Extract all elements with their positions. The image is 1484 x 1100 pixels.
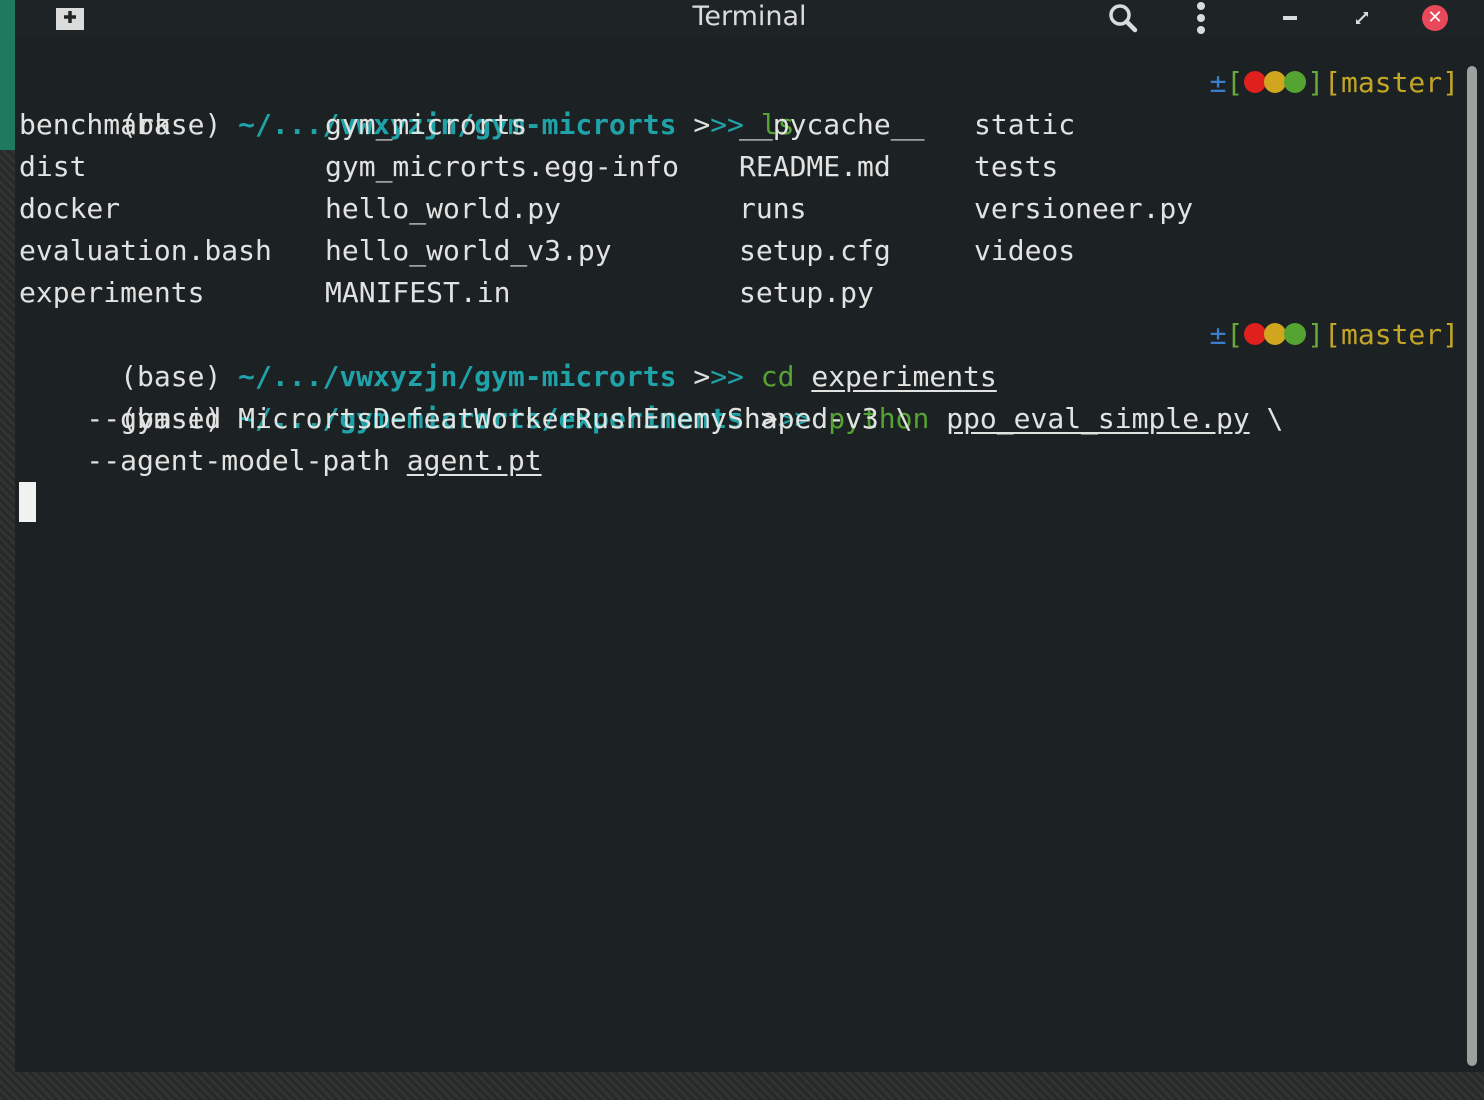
new-tab-button[interactable]	[51, 0, 89, 36]
ls-row: dist gym_microrts.egg-info README.md tes…	[19, 146, 1459, 188]
ls-entry: evaluation.bash	[19, 234, 272, 267]
ls-entry: gym_microrts.egg-info	[325, 150, 680, 183]
ls-row: experiments MANIFEST.in setup.py	[19, 272, 1459, 314]
menu-icon	[1197, 2, 1205, 34]
command-argument: agent.pt	[406, 444, 542, 477]
terminal-output[interactable]: (base) ~/.../vwxyzjn/gym-microrts >>> ls…	[19, 62, 1459, 1062]
command-option: --agent-model-path	[19, 444, 407, 477]
minimize-button[interactable]	[1273, 0, 1307, 36]
desktop-bottom-edge	[0, 1072, 1484, 1100]
status-dots-icon	[1244, 323, 1307, 345]
ls-entry: runs	[739, 192, 807, 225]
ls-entry: hello_world_v3.py	[325, 234, 612, 267]
git-status: ±[][master]	[1210, 62, 1459, 104]
ls-entry: hello_world.py	[325, 192, 562, 225]
git-bracket-close: ]	[1307, 318, 1325, 351]
ls-entry: static	[974, 108, 1076, 141]
terminal-window: Terminal ✕ (base) ~/.../vwxyzjn/gym-micr…	[15, 0, 1484, 1072]
ls-entry: benchmark	[19, 108, 171, 141]
git-bracket-open: [	[1226, 318, 1244, 351]
new-tab-icon	[56, 8, 84, 30]
git-dirty-symbol: ±	[1209, 66, 1227, 99]
search-icon	[1109, 4, 1138, 33]
prompt-line: (base) ~/.../vwxyzjn/gym-microrts >>> ls…	[19, 62, 1459, 141]
command-continuation: --gym-id MicrortsDefeatWorkerRushEnemySh…	[19, 402, 913, 435]
ls-entry: setup.py	[739, 276, 874, 309]
ls-entry: setup.cfg	[739, 234, 891, 267]
menu-button[interactable]	[1183, 0, 1219, 36]
restore-icon	[1356, 12, 1368, 24]
ls-entry: docker	[19, 192, 121, 225]
close-button[interactable]: ✕	[1416, 0, 1454, 36]
ls-entry: __pycache__	[739, 108, 925, 141]
ls-entry: versioneer.py	[974, 192, 1194, 225]
ls-entry: tests	[974, 150, 1059, 183]
line-continuation: \	[1266, 402, 1284, 435]
terminal-cursor	[19, 482, 36, 522]
git-status: ±[][master]	[1210, 314, 1459, 356]
command-continuation: --agent-model-path agent.pt	[19, 440, 542, 482]
ls-entry: videos	[974, 234, 1076, 267]
close-icon: ✕	[1422, 5, 1448, 31]
scrollbar[interactable]	[1467, 66, 1477, 1066]
ls-entry: gym_microrts	[325, 108, 528, 141]
ls-entry: experiments	[19, 276, 205, 309]
git-bracket-close: ]	[1307, 66, 1325, 99]
prompt-line: (base) ~/.../gym-microrts/experiments >>…	[19, 356, 1459, 435]
ls-row: evaluation.bash hello_world_v3.py setup.…	[19, 230, 1459, 272]
git-bracket-open: [	[1226, 66, 1244, 99]
title-bar[interactable]: Terminal ✕	[15, 0, 1484, 36]
ls-entry: MANIFEST.in	[325, 276, 511, 309]
desktop-left-edge	[0, 0, 15, 1100]
git-branch: [master]	[1324, 318, 1459, 351]
search-button[interactable]	[1101, 0, 1145, 36]
command-argument: ppo_eval_simple.py	[946, 402, 1250, 435]
ls-entry: dist	[19, 150, 87, 183]
git-branch: [master]	[1324, 66, 1459, 99]
ls-row: docker hello_world.py runs versioneer.py	[19, 188, 1459, 230]
prompt-line: (base) ~/.../vwxyzjn/gym-microrts >>> cd…	[19, 314, 1459, 393]
desktop-accent	[0, 0, 15, 150]
minimize-icon	[1283, 16, 1297, 20]
window-title: Terminal	[692, 1, 807, 32]
status-dots-icon	[1244, 71, 1307, 93]
ls-row: benchmark gym_microrts __pycache__ stati…	[19, 104, 1459, 146]
git-dirty-symbol: ±	[1209, 318, 1227, 351]
ls-entry: README.md	[739, 150, 891, 183]
restore-button[interactable]	[1345, 0, 1379, 36]
